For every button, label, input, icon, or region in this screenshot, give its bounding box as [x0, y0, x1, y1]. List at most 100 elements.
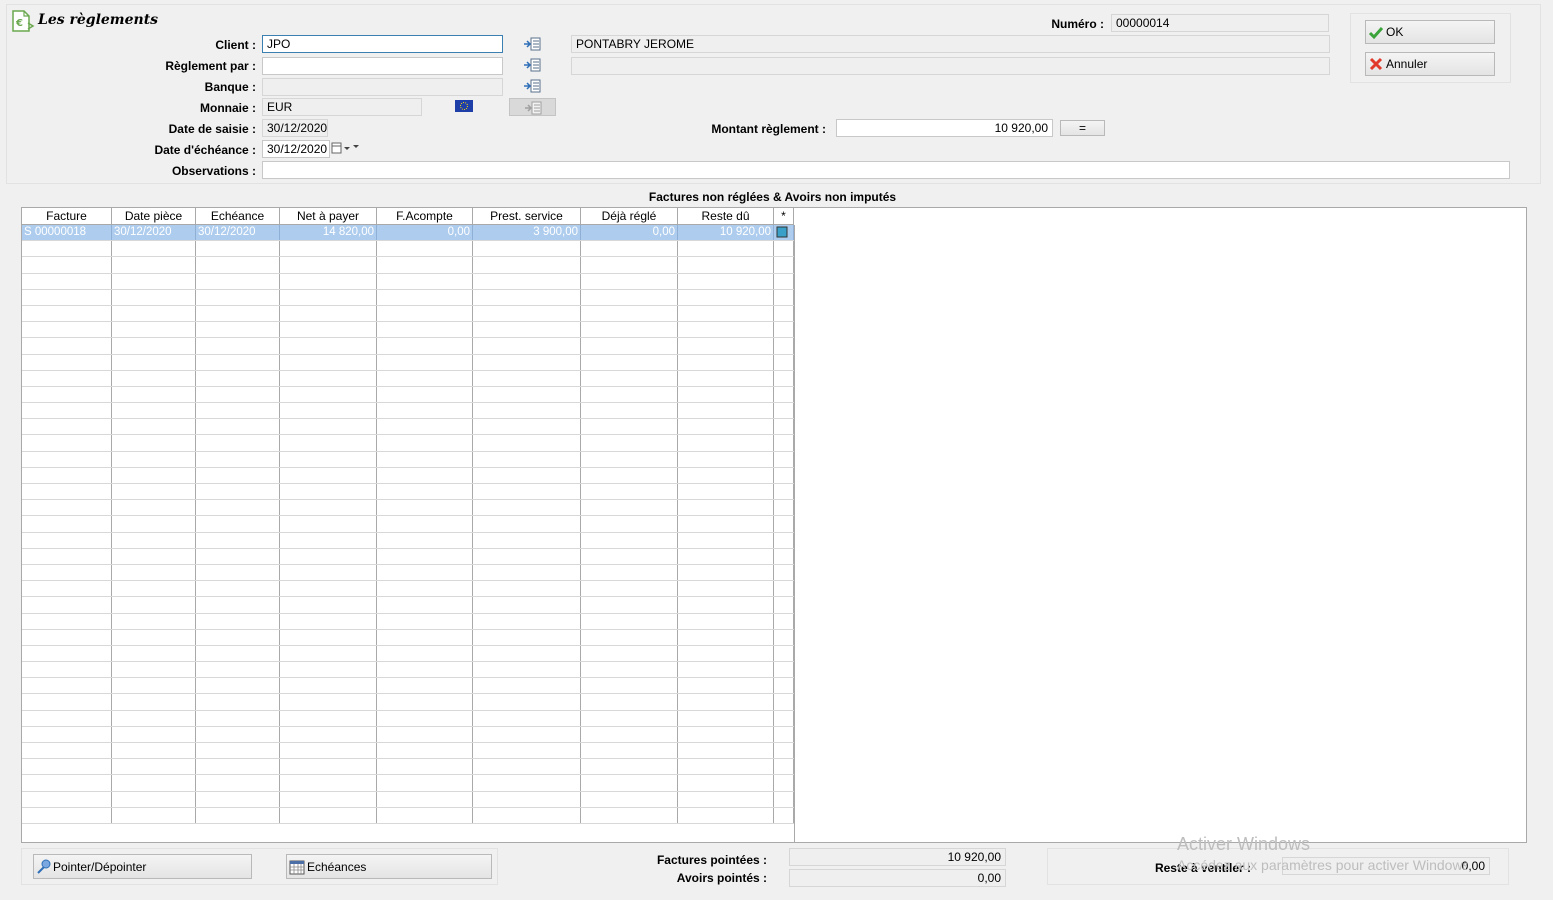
monnaie-label: Monnaie : [200, 101, 256, 115]
table-row[interactable]: S 00000018 30/12/2020 30/12/2020 14 820,00 0… [22, 225, 794, 242]
banque-field[interactable] [262, 78, 503, 96]
cell-net-a-payer [280, 678, 377, 694]
page-title: Les règlements [38, 12, 159, 28]
table-row[interactable] [22, 726, 794, 743]
cell-f-acompte [377, 694, 473, 710]
cell-reste-du [678, 726, 774, 742]
table-row[interactable] [22, 645, 794, 663]
table-row[interactable] [22, 273, 794, 290]
date-saisie-field[interactable]: 30/12/2020 [262, 119, 328, 137]
cell-net-a-payer [280, 500, 377, 516]
cell-facture [22, 694, 112, 710]
observations-field[interactable] [262, 161, 1510, 179]
table-row[interactable] [22, 241, 794, 258]
table-row[interactable] [22, 516, 794, 533]
cell-deja-regle [581, 386, 678, 403]
cell-reste-du [678, 370, 774, 386]
cell-net-a-payer [280, 564, 377, 581]
pointed-checkbox-icon[interactable] [774, 225, 794, 241]
table-row[interactable] [22, 257, 794, 274]
table-row[interactable] [22, 322, 794, 339]
ok-label: OK [1386, 25, 1404, 39]
cell-deja-regle [581, 807, 678, 823]
pointer-depointer-label: Pointer/Dépointer [53, 860, 147, 874]
cell-deja-regle [581, 710, 678, 726]
cell-facture [22, 241, 112, 257]
table-row[interactable] [22, 419, 794, 436]
cell-facture [22, 791, 112, 807]
cell-reste-du [678, 516, 774, 532]
column-header-reste-du[interactable]: Reste dû [678, 208, 774, 224]
cell-pointed [774, 322, 794, 338]
table-row[interactable] [22, 548, 794, 565]
reglement-picker-icon[interactable] [523, 58, 541, 72]
equals-button[interactable]: = [1060, 120, 1105, 136]
cell-f-acompte [377, 548, 473, 564]
column-header-echeance[interactable]: Echéance [196, 208, 280, 224]
table-row[interactable] [22, 305, 794, 323]
cell-net-a-payer [280, 289, 377, 305]
invoices-table[interactable]: Facture Date pièce Echéance Net à payer F.Ac… [21, 207, 1527, 843]
table-row[interactable] [22, 564, 794, 582]
table-row[interactable] [22, 629, 794, 646]
column-header-pointed[interactable]: * [774, 208, 794, 224]
montant-field[interactable]: 10 920,00 [836, 119, 1053, 137]
table-row[interactable] [22, 403, 794, 420]
cell-date-piece [112, 791, 196, 807]
table-row[interactable] [22, 791, 794, 808]
column-header-deja-regle[interactable]: Déjà réglé [581, 208, 678, 224]
table-row[interactable] [22, 370, 794, 387]
table-row[interactable] [22, 710, 794, 727]
table-row[interactable] [22, 759, 794, 776]
table-row[interactable] [22, 694, 794, 711]
annuler-button[interactable]: Annuler [1365, 52, 1495, 76]
cell-deja-regle [581, 257, 678, 273]
client-field[interactable]: JPO [262, 35, 503, 53]
cell-prest-service [473, 273, 581, 289]
monnaie-field[interactable]: EUR [262, 98, 422, 116]
table-row[interactable] [22, 451, 794, 468]
table-row[interactable] [22, 484, 794, 501]
cell-facture [22, 743, 112, 759]
cell-facture [22, 759, 112, 775]
column-header-date-piece[interactable]: Date pièce [112, 208, 196, 224]
table-row[interactable] [22, 743, 794, 760]
table-row[interactable] [22, 338, 794, 355]
table-row[interactable] [22, 500, 794, 517]
table-row[interactable] [22, 532, 794, 549]
cell-pointed [774, 289, 794, 305]
cell-prest-service [473, 678, 581, 694]
cell-reste-du [678, 564, 774, 581]
column-header-facture[interactable]: Facture [22, 208, 112, 224]
table-row[interactable] [22, 807, 794, 824]
column-header-prest-service[interactable]: Prest. service [473, 208, 581, 224]
table-row[interactable] [22, 289, 794, 306]
table-row[interactable] [22, 613, 794, 630]
table-row[interactable] [22, 581, 794, 598]
pointer-depointer-button[interactable]: Pointer/Dépointer [33, 854, 252, 879]
table-row[interactable] [22, 354, 794, 371]
column-header-f-acompte[interactable]: F.Acompte [377, 208, 473, 224]
table-row[interactable] [22, 775, 794, 792]
ok-button[interactable]: OK [1365, 20, 1495, 44]
table-row[interactable] [22, 662, 794, 679]
cell-prest-service [473, 289, 581, 305]
cell-net-a-payer [280, 241, 377, 257]
cell-date-piece [112, 305, 196, 322]
table-row[interactable] [22, 467, 794, 484]
client-picker-icon[interactable] [523, 37, 541, 51]
table-row[interactable] [22, 435, 794, 452]
calendar-icon[interactable] [331, 142, 361, 154]
cell-echeance [196, 678, 280, 694]
table-row[interactable] [22, 597, 794, 614]
table-row[interactable] [22, 386, 794, 404]
cell-prest-service [473, 500, 581, 516]
echeances-button[interactable]: Echéances [286, 854, 492, 879]
reglement-par-field[interactable] [262, 57, 503, 75]
banque-picker-icon[interactable] [523, 79, 541, 93]
table-row[interactable] [22, 678, 794, 695]
column-header-net-a-payer[interactable]: Net à payer [280, 208, 377, 224]
monnaie-picker-button[interactable] [509, 98, 556, 116]
date-echeance-field[interactable]: 30/12/2020 [262, 140, 330, 158]
cell-reste-du [678, 241, 774, 257]
